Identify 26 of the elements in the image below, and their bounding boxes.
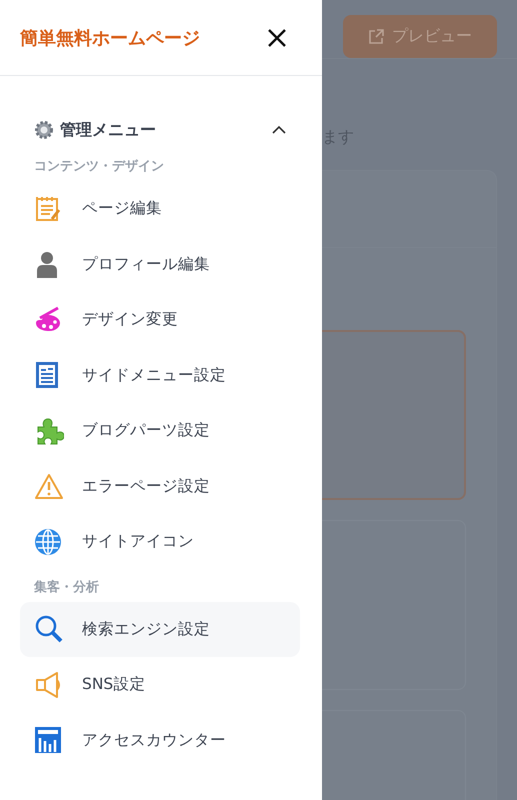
external-link-icon (368, 28, 384, 44)
notepad-icon (34, 194, 62, 223)
gear-icon (34, 120, 54, 140)
menu-item[interactable]: ページ編集 (20, 181, 300, 236)
menu-item[interactable]: プロフィール編集 (20, 236, 300, 292)
menu-item[interactable]: 検索エンジン設定 (20, 602, 300, 657)
search-icon (34, 614, 64, 644)
person-icon (34, 250, 60, 278)
section-heading: 集客・分析 (34, 578, 100, 596)
globe-icon (34, 528, 62, 556)
menu-item[interactable]: サイトアイコン (20, 514, 300, 570)
section-heading: コンテンツ・デザイン (34, 158, 165, 176)
menu-item[interactable]: デザイン変更 (20, 292, 300, 348)
menu-item[interactable]: アクセスカウンター (20, 712, 300, 768)
close-button[interactable] (266, 26, 288, 48)
site-title: 簡単無料ホームページ (20, 26, 200, 50)
menu-item[interactable]: サイドメニュー設定 (20, 348, 300, 403)
chevron-icon[interactable] (272, 125, 286, 135)
menu-title: 管理メニュー (60, 120, 157, 140)
menu-item[interactable]: エラーページ設定 (20, 458, 300, 514)
menu-item[interactable]: SNS設定 (20, 657, 300, 712)
menu-item[interactable]: ブログパーツ設定 (20, 403, 300, 458)
document-icon (34, 361, 60, 390)
bar-chart-icon (34, 726, 62, 754)
warning-icon (34, 472, 64, 500)
palette-icon (34, 306, 62, 334)
